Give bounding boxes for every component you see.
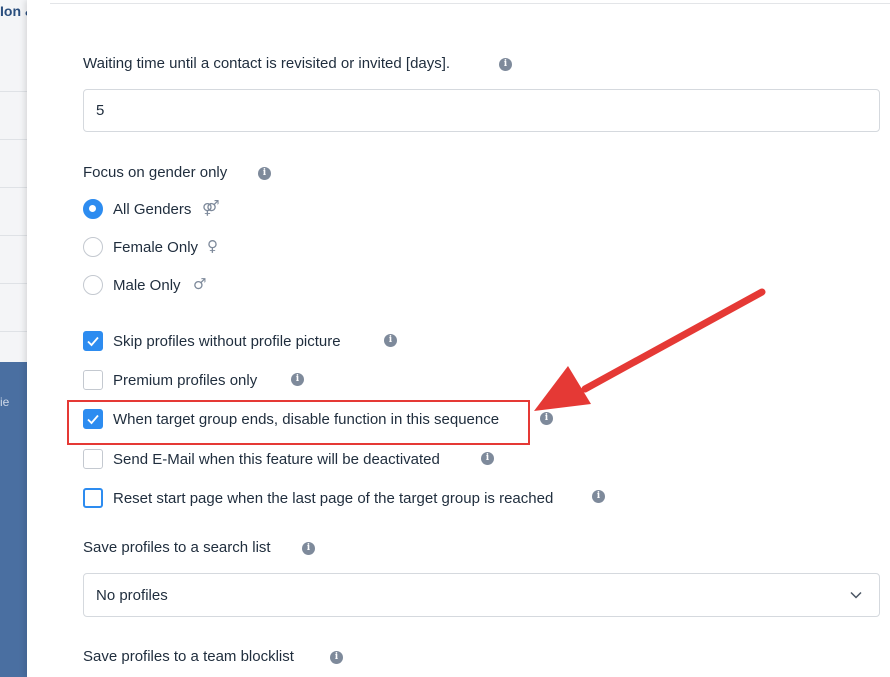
checkbox-premium-only-label: Premium profiles only: [113, 372, 258, 389]
search-list-select[interactable]: No profiles: [83, 573, 880, 617]
radio-male-only[interactable]: [83, 275, 103, 295]
radio-female-only-label: Female Only: [113, 239, 199, 256]
checkbox-send-email-label: Send E-Mail when this feature will be de…: [113, 451, 440, 468]
checkbox-premium-only[interactable]: [83, 370, 103, 390]
panel-top-divider: [50, 3, 890, 4]
waiting-time-label: Waiting time until a contact is revisite…: [83, 55, 451, 72]
radio-all-genders[interactable]: [83, 199, 103, 219]
background-sidebar: [0, 362, 27, 677]
info-icon[interactable]: i: [499, 58, 512, 71]
team-blocklist-label: Save profiles to a team blocklist: [83, 648, 294, 665]
annotation-highlight-box: [67, 400, 530, 445]
info-icon[interactable]: i: [330, 651, 343, 664]
checkbox-skip-no-picture[interactable]: [83, 331, 103, 351]
info-icon[interactable]: i: [592, 490, 605, 503]
info-icon[interactable]: i: [481, 452, 494, 465]
waiting-time-value: 5: [96, 102, 105, 119]
radio-male-only-label: Male Only: [113, 277, 181, 294]
checkmark-icon: [87, 336, 99, 347]
search-list-value: No profiles: [96, 587, 168, 604]
background-page: Ion & ie: [0, 0, 27, 677]
info-icon[interactable]: i: [540, 412, 553, 425]
radio-female-only[interactable]: [83, 237, 103, 257]
info-icon[interactable]: i: [302, 542, 315, 555]
search-list-label: Save profiles to a search list: [83, 539, 271, 556]
gender-focus-label: Focus on gender only: [83, 164, 228, 181]
checkbox-reset-start-page[interactable]: [83, 488, 103, 508]
info-icon[interactable]: i: [258, 167, 271, 180]
background-table-rows: [0, 44, 27, 362]
radio-all-genders-label: All Genders: [113, 201, 192, 218]
info-icon[interactable]: i: [384, 334, 397, 347]
waiting-time-input[interactable]: 5: [83, 89, 880, 132]
background-title-fragment: Ion &: [0, 3, 27, 19]
checkbox-send-email[interactable]: [83, 449, 103, 469]
background-sidebar-text: ie: [0, 395, 10, 409]
female-icon: ♀: [207, 237, 218, 255]
male-icon: ♂: [193, 275, 207, 293]
checkbox-reset-start-page-label: Reset start page when the last page of t…: [113, 490, 554, 507]
checkbox-skip-no-picture-label: Skip profiles without profile picture: [113, 333, 341, 350]
info-icon[interactable]: i: [291, 373, 304, 386]
chevron-down-icon: [850, 591, 862, 599]
all-genders-icon: ⚤: [202, 199, 220, 217]
